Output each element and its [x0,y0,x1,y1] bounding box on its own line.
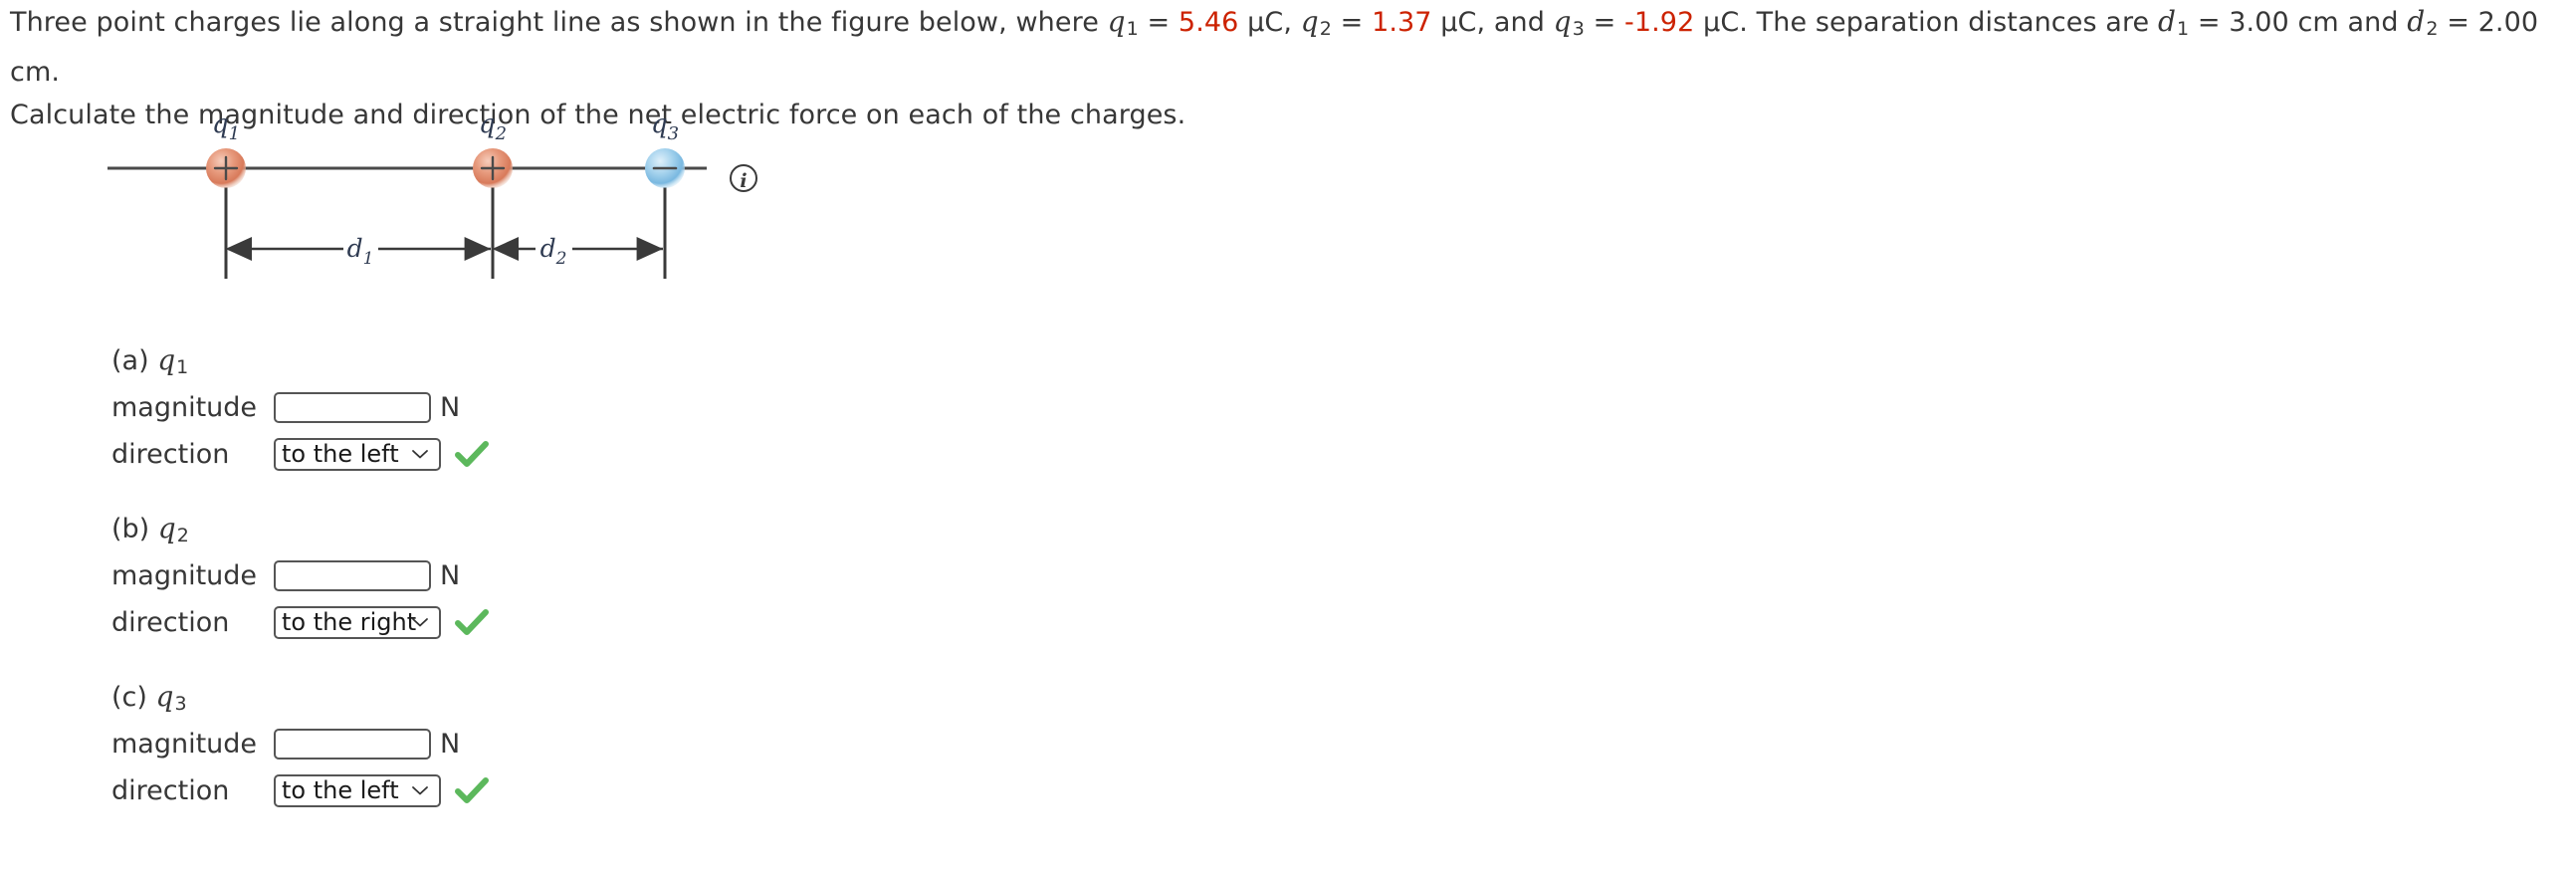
part-a-direction-label: direction [111,438,230,470]
info-icon-glyph: i [740,170,747,192]
problem-line-1: Three point charges lie along a straight… [10,0,2568,94]
symbol-q2: q2 [1300,5,1332,40]
charge-q2-label: q2 [479,109,507,144]
chevron-down-icon [412,450,428,459]
dimension-d2-label: d2 [540,234,567,269]
part-a-correct-checkmark [455,441,489,467]
part-a-magnitude-label: magnitude [111,391,258,423]
part-b-unit: N [440,559,461,591]
symbol-d1: d1 [2157,5,2190,40]
part-b-direction-value: to the right [282,608,417,636]
part-a-magnitude-input[interactable] [274,391,431,423]
part-c-direction-row: direction to the left [111,769,489,811]
part-b-direction-row: direction to the right [111,601,489,643]
part-c-correct-checkmark [455,777,489,803]
value-q3: -1.92 [1623,7,1695,38]
part-b-magnitude-row: magnitude N [111,554,489,596]
symbol-q3: q3 [1553,5,1585,40]
part-c-direction-select[interactable]: to the left [274,773,441,807]
chevron-down-icon [412,786,428,795]
part-c-magnitude-label: magnitude [111,728,258,760]
charge-diagram: q1 q2 q3 d1 d2 i [0,100,816,328]
equals-5: = [2438,7,2478,38]
equals-3: = [1584,7,1624,38]
value-q1: 5.46 [1178,7,1239,38]
equals-1: = [1138,7,1179,38]
equals-4: = [2189,7,2230,38]
part-b-magnitude-input[interactable] [274,559,431,591]
unit-q1: µC, [1238,7,1301,38]
value-q2: 1.37 [1372,7,1432,38]
charge-q1-label: q1 [212,109,240,144]
dimension-d1-label: d1 [347,234,374,269]
symbol-d2: d2 [2407,5,2439,40]
part-a-unit: N [440,391,461,423]
answer-part-c: (c) q3 magnitude N direction to the left [111,680,489,811]
part-b-correct-checkmark [455,609,489,635]
equals-2: = [1331,7,1373,38]
part-a-direction-select[interactable]: to the left [274,437,441,471]
problem-text-intro: Three point charges lie along a straight… [10,7,1108,38]
part-a-magnitude-row: magnitude N [111,386,489,428]
part-c-unit: N [440,728,461,760]
value-d1: 3.00 cm [2229,7,2339,38]
info-icon[interactable]: i [730,164,757,192]
part-c-magnitude-row: magnitude N [111,723,489,764]
part-c-direction-label: direction [111,774,230,806]
part-a-direction-value: to the left [282,440,399,468]
part-b-title: (b) q2 [111,512,189,546]
answer-part-b: (b) q2 magnitude N direction to the righ… [111,512,489,643]
conjunction-and: and [2338,7,2408,38]
unit-q2: µC, and [1431,7,1554,38]
unit-q3: µC. The separation distances are [1694,7,2158,38]
part-b-direction-label: direction [111,606,230,638]
symbol-q1: q1 [1107,5,1139,40]
part-b-magnitude-label: magnitude [111,559,258,591]
part-c-magnitude-input[interactable] [274,728,431,760]
part-b-direction-select[interactable]: to the right [274,605,441,639]
part-c-direction-value: to the left [282,776,399,804]
part-a-direction-row: direction to the left [111,433,489,475]
answer-sections: (a) q1 magnitude N direction to the left… [111,343,489,816]
part-c-title: (c) q3 [111,680,187,715]
answer-part-a: (a) q1 magnitude N direction to the left [111,343,489,475]
period: . [51,57,61,88]
charge-q3-label: q3 [651,109,679,144]
part-a-title: (a) q1 [111,343,189,378]
chevron-down-icon [412,618,428,627]
